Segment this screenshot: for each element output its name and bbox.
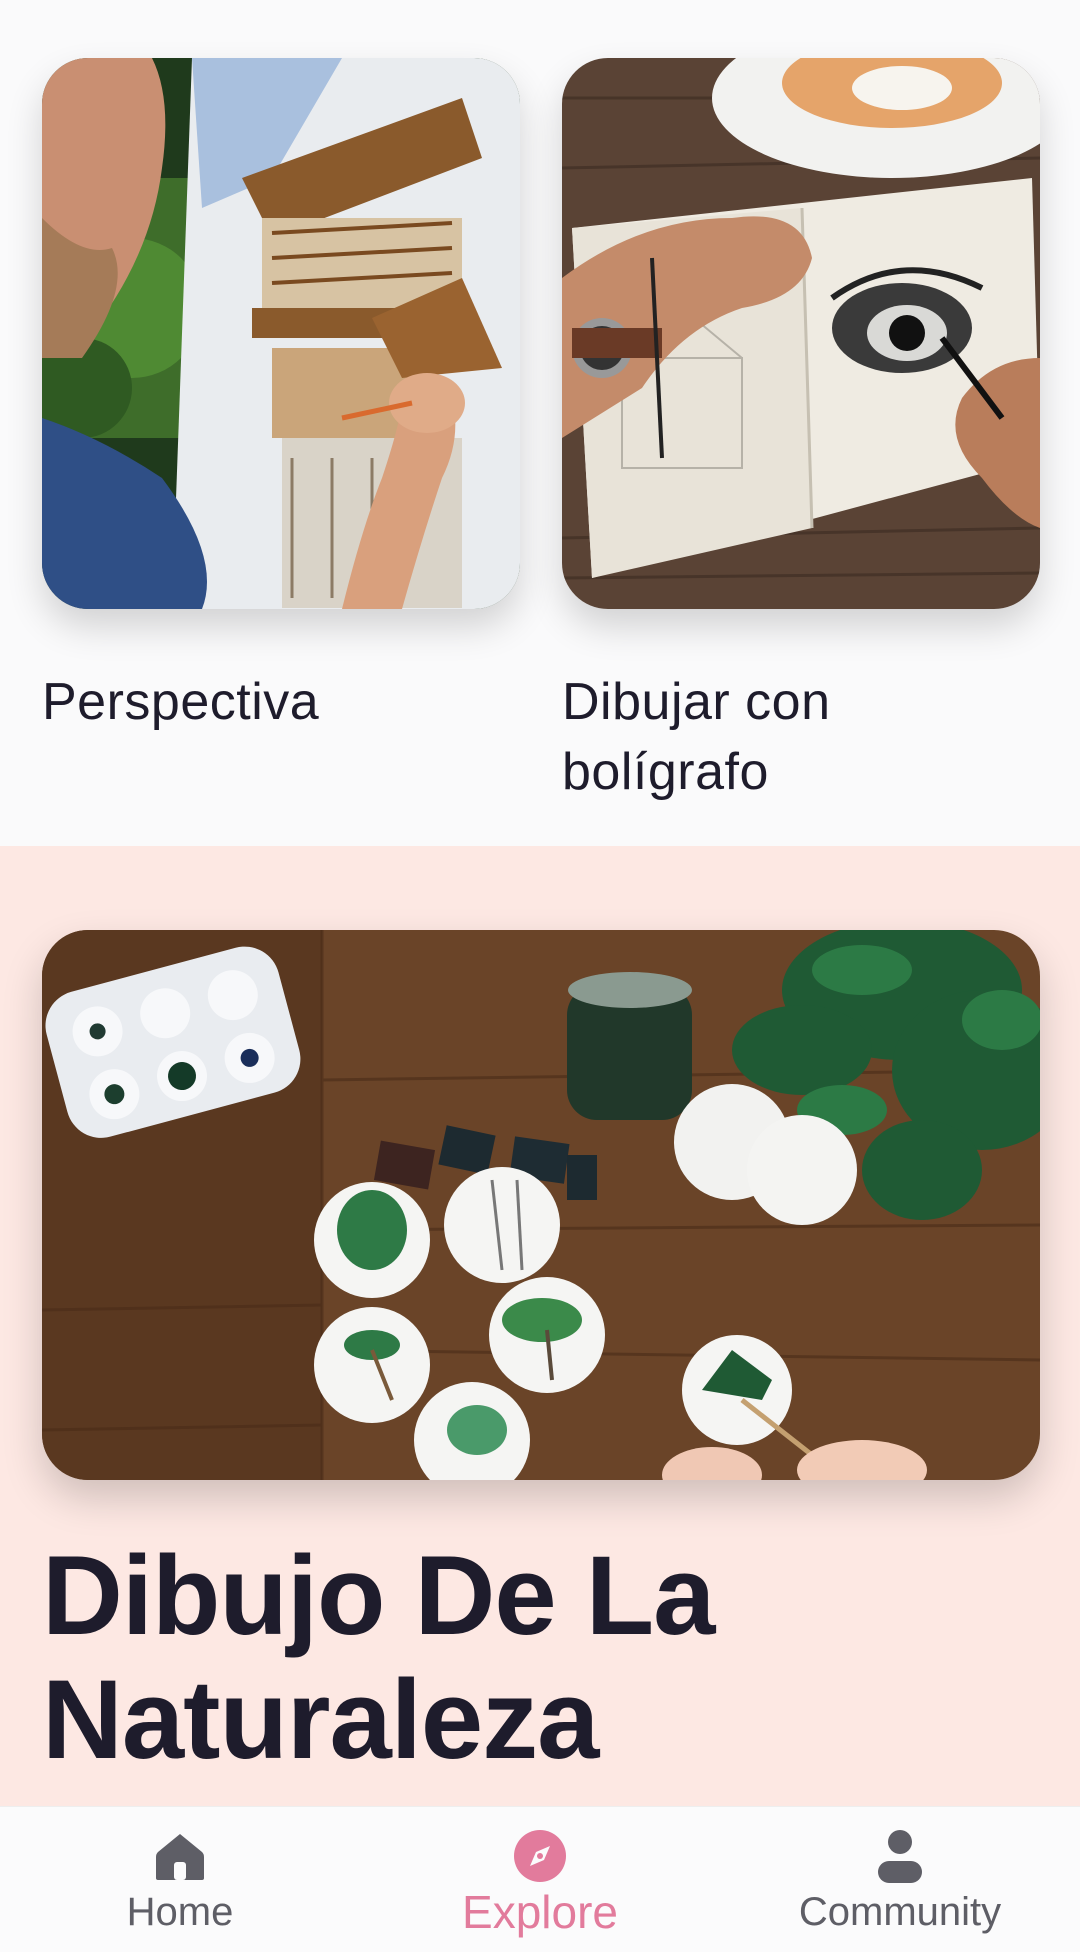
nav-item-explore[interactable]: Explore <box>360 1807 720 1952</box>
watercolor-nature-illustration <box>42 930 1040 1480</box>
home-icon <box>153 1829 207 1883</box>
course-card-boligrafo[interactable]: Dibujar con bolígrafo <box>562 58 1040 807</box>
featured-title: Dibujo De La Naturaleza <box>42 1533 715 1782</box>
pen-drawing-illustration <box>562 58 1040 609</box>
course-card-perspectiva[interactable]: Perspectiva <box>42 58 520 737</box>
painter-illustration <box>42 58 520 609</box>
nav-label-explore: Explore <box>462 1886 618 1938</box>
nav-item-community[interactable]: Community <box>720 1807 1080 1952</box>
course-card-image[interactable] <box>42 58 520 609</box>
course-card-title: Perspectiva <box>42 673 320 731</box>
nav-item-home[interactable]: Home <box>0 1807 360 1952</box>
course-card-title: Dibujar con bolígrafo <box>562 673 831 801</box>
person-icon <box>873 1829 927 1883</box>
bottom-navigation: Home Explore Community <box>0 1806 1080 1952</box>
featured-section[interactable]: Dibujo De La Naturaleza <box>0 846 1080 1806</box>
featured-image[interactable] <box>42 930 1040 1480</box>
course-grid: Perspectiva Dibujar con bolígrafo <box>0 0 1080 846</box>
compass-icon <box>513 1829 567 1883</box>
nav-label-home: Home <box>126 1890 234 1934</box>
nav-label-community: Community <box>798 1890 1002 1934</box>
course-card-image[interactable] <box>562 58 1040 609</box>
